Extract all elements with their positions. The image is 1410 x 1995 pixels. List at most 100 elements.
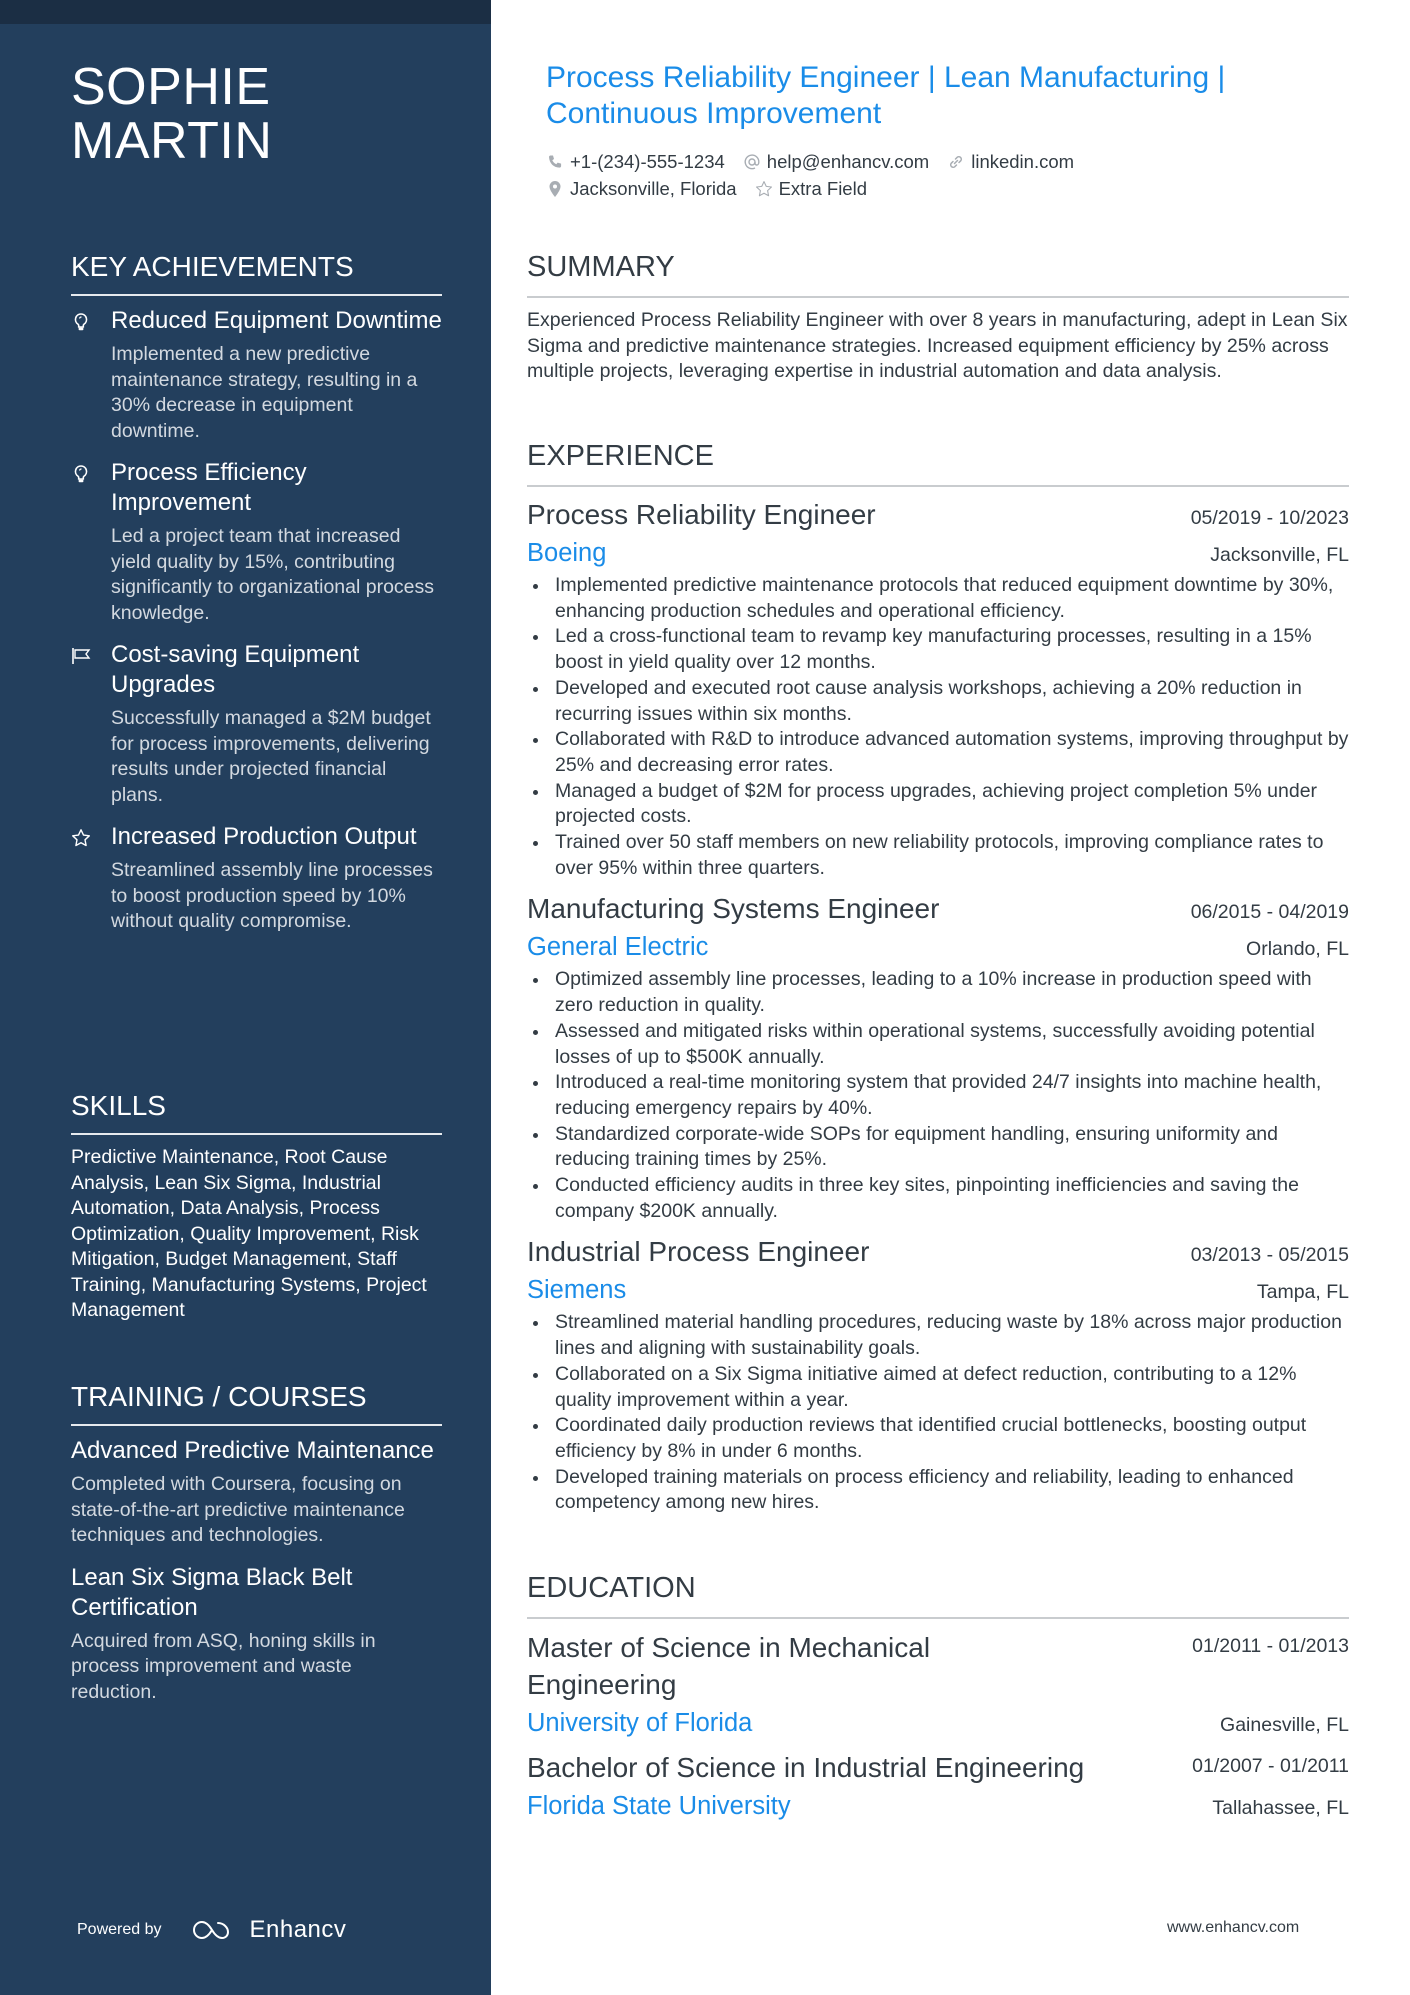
key-achievements-section: KEY ACHIEVEMENTS Reduced Equipment Downt… <box>71 250 442 949</box>
contact-info: +1-(234)-555-1234 help@enhancv.com linke… <box>546 148 1306 202</box>
contact-website[interactable]: linkedin.com <box>947 148 1074 175</box>
contact-phone[interactable]: +1-(234)-555-1234 <box>546 148 725 175</box>
name-first: SOPHIE <box>71 58 271 116</box>
school-location: Tallahassee, FL <box>1212 1797 1349 1819</box>
achievement-description: Streamlined assembly line processes to b… <box>111 859 433 932</box>
company-name: General Electric <box>527 933 709 962</box>
job-bullets: Streamlined material handling procedures… <box>527 1310 1349 1516</box>
job-location: Orlando, FL <box>1246 938 1349 961</box>
education-entry: Bachelor of Science in Industrial Engine… <box>527 1749 1349 1822</box>
bullet-item: Developed and executed root cause analys… <box>527 676 1349 727</box>
experience-section: EXPERIENCE Process Reliability Engineer … <box>527 439 1349 1526</box>
sidebar-top-strip <box>0 0 491 24</box>
achievement-item: Cost-saving Equipment Upgrades Successfu… <box>71 640 442 808</box>
summary-text: Experienced Process Reliability Engineer… <box>527 309 1348 383</box>
lightbulb-icon <box>74 465 88 483</box>
degree-title: Bachelor of Science in Industrial Engine… <box>527 1752 1085 1783</box>
education-dates: 01/2011 - 01/2013 <box>1192 1635 1349 1657</box>
course-item: Advanced Predictive Maintenance Complete… <box>71 1436 442 1549</box>
achievement-title: Reduced Equipment Downtime <box>111 307 442 334</box>
job-title: Manufacturing Systems Engineer <box>527 893 940 925</box>
course-description: Completed with Coursera, focusing on sta… <box>71 1473 405 1546</box>
achievement-title: Cost-saving Equipment Upgrades <box>111 641 360 698</box>
job-dates: 06/2015 - 04/2019 <box>1190 901 1349 924</box>
job-entry: Industrial Process Engineer 03/2013 - 05… <box>527 1234 1349 1516</box>
bullet-item: Introduced a real-time monitoring system… <box>527 1070 1349 1121</box>
summary-heading: SUMMARY <box>527 250 1349 298</box>
contact-email[interactable]: help@enhancv.com <box>743 148 929 175</box>
enhancv-brand: Enhancv <box>249 1916 347 1943</box>
job-entry: Manufacturing Systems Engineer 06/2015 -… <box>527 891 1349 1224</box>
experience-heading: EXPERIENCE <box>527 439 1349 487</box>
bullet-item: Led a cross-functional team to revamp ke… <box>527 624 1349 675</box>
job-bullets: Implemented predictive maintenance proto… <box>527 573 1349 881</box>
enhancv-logo-icon <box>192 1920 229 1940</box>
name-last: MARTIN <box>71 112 273 170</box>
bullet-item: Streamlined material handling procedures… <box>527 1310 1349 1361</box>
skills-heading: SKILLS <box>71 1089 442 1135</box>
star-icon <box>72 829 90 847</box>
course-description: Acquired from ASQ, honing skills in proc… <box>71 1629 376 1703</box>
job-location: Jacksonville, FL <box>1210 544 1349 566</box>
bullet-item: Developed training materials on process … <box>527 1465 1349 1516</box>
sidebar: SOPHIE MARTIN KEY ACHIEVEMENTS Reduced E… <box>0 0 491 1995</box>
school-location: Gainesville, FL <box>1220 1714 1349 1736</box>
achievement-title: Increased Production Output <box>111 823 417 850</box>
job-entry: Process Reliability Engineer 05/2019 - 1… <box>527 497 1349 881</box>
achievement-item: Increased Production Output Streamlined … <box>71 822 442 935</box>
bullet-item: Assessed and mitigated risks within oper… <box>527 1019 1349 1070</box>
link-icon <box>947 153 965 171</box>
email-text: help@enhancv.com <box>766 151 930 172</box>
bullet-item: Coordinated daily production reviews tha… <box>527 1413 1349 1464</box>
achievement-item: Reduced Equipment Downtime Implemented a… <box>71 306 442 444</box>
location-pin-icon <box>546 180 564 198</box>
powered-by-label: Powered by <box>77 1921 162 1938</box>
education-section: EDUCATION Master of Science in Mechanica… <box>527 1571 1349 1832</box>
job-title: Industrial Process Engineer <box>527 1236 870 1268</box>
education-heading: EDUCATION <box>527 1571 1349 1619</box>
flag-icon <box>72 648 91 664</box>
course-title: Lean Six Sigma Black Belt Certification <box>71 1563 353 1621</box>
bullet-item: Trained over 50 staff members on new rel… <box>527 830 1349 881</box>
achievement-title: Process Efficiency Improvement <box>111 459 307 516</box>
bullet-item: Implemented predictive maintenance proto… <box>527 573 1349 624</box>
headline: Process Reliability Engineer | Lean Manu… <box>546 61 1226 130</box>
phone-icon <box>546 153 564 171</box>
website-text: linkedin.com <box>971 151 1075 172</box>
training-section: TRAINING / COURSES Advanced Predictive M… <box>71 1380 442 1719</box>
bullet-item: Collaborated on a Six Sigma initiative a… <box>527 1362 1349 1413</box>
job-title: Process Reliability Engineer <box>527 499 876 530</box>
education-dates: 01/2007 - 01/2011 <box>1192 1755 1349 1777</box>
phone-text: +1-(234)-555-1234 <box>570 151 725 172</box>
candidate-name: SOPHIE MARTIN <box>71 60 272 168</box>
job-bullets: Optimized assembly line processes, leadi… <box>527 967 1349 1224</box>
bullet-item: Managed a budget of $2M for process upgr… <box>527 779 1349 830</box>
education-entry: Master of Science in Mechanical Engineer… <box>527 1629 1349 1739</box>
school-name: Florida State University <box>527 1792 791 1820</box>
job-dates: 05/2019 - 10/2023 <box>1190 507 1349 529</box>
location-text: Jacksonville, Florida <box>570 178 737 199</box>
job-dates: 03/2013 - 05/2015 <box>1190 1244 1349 1267</box>
degree-title: Master of Science in Mechanical Engineer… <box>527 1632 931 1700</box>
contact-extra: Extra Field <box>755 175 867 202</box>
achievement-item: Process Efficiency Improvement Led a pro… <box>71 458 442 626</box>
bullet-item: Conducted efficiency audits in three key… <box>527 1173 1349 1224</box>
achievement-description: Implemented a new predictive maintenance… <box>111 343 418 442</box>
course-title: Advanced Predictive Maintenance <box>71 1437 434 1464</box>
footer-url[interactable]: www.enhancv.com <box>1167 1919 1299 1937</box>
key-achievements-heading: KEY ACHIEVEMENTS <box>71 250 442 296</box>
bullet-item: Optimized assembly line processes, leadi… <box>527 967 1349 1018</box>
course-item: Lean Six Sigma Black Belt Certification … <box>71 1563 442 1706</box>
lightbulb-icon <box>74 313 88 331</box>
training-heading: TRAINING / COURSES <box>71 1380 442 1426</box>
star-icon <box>755 180 773 198</box>
achievement-description: Led a project team that increased yield … <box>111 525 435 624</box>
at-icon <box>743 153 761 171</box>
school-name: University of Florida <box>527 1709 753 1737</box>
company-name: Siemens <box>527 1276 627 1305</box>
bullet-item: Standardized corporate-wide SOPs for equ… <box>527 1122 1349 1173</box>
achievement-description: Successfully managed a $2M budget for pr… <box>111 707 431 806</box>
summary-section: SUMMARY Experienced Process Reliability … <box>527 250 1349 385</box>
powered-by[interactable]: Powered by Enhancv <box>77 1916 346 1944</box>
skills-list: Predictive Maintenance, Root Cause Analy… <box>71 1146 427 1321</box>
